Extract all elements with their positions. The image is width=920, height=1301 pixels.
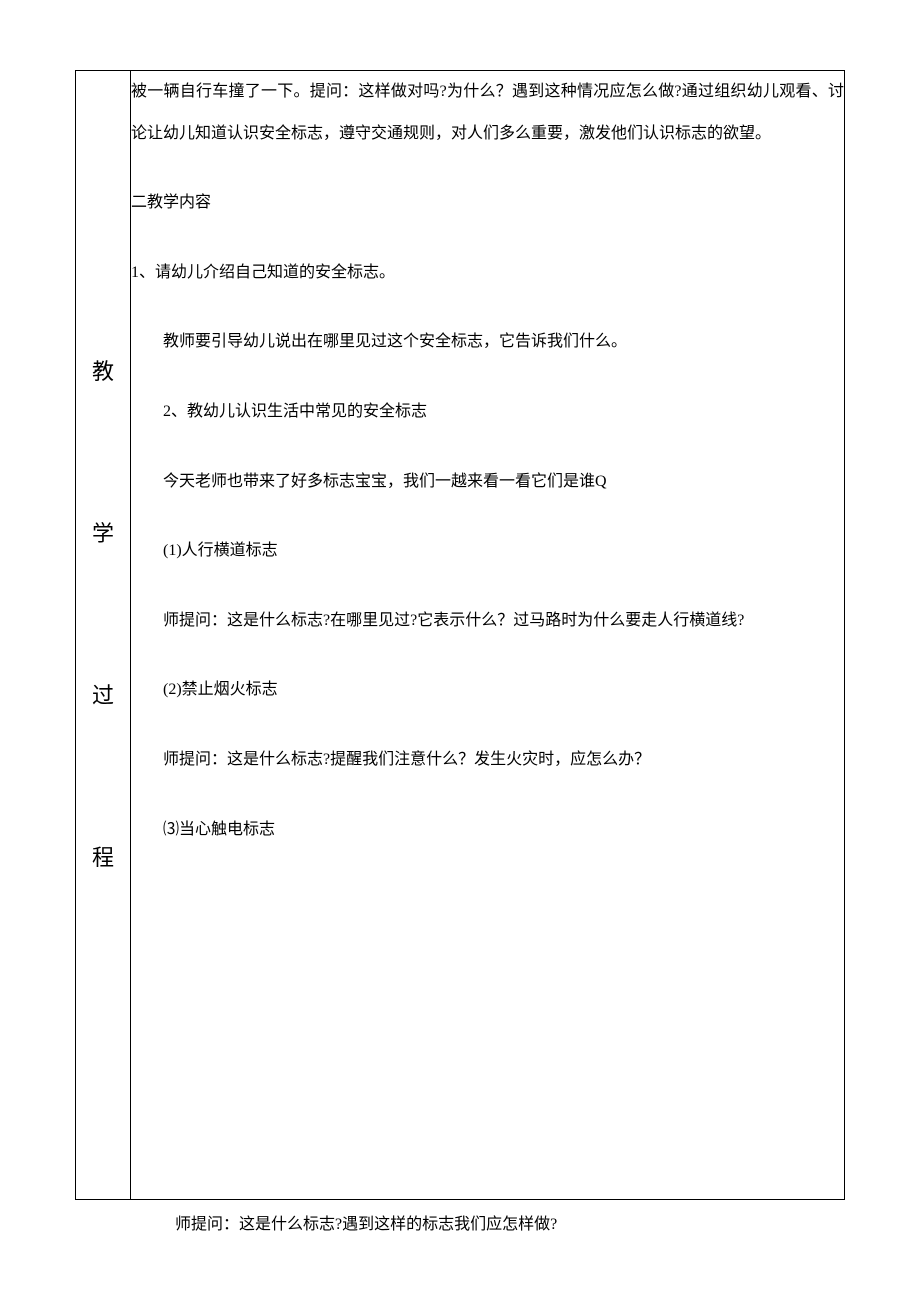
sub-item: ⑶当心触电标志 — [131, 809, 844, 851]
list-item: 1、请幼儿介绍自己知道的安全标志。 — [131, 252, 844, 294]
sidebar-char: 过 — [92, 685, 114, 707]
below-table-text: 师提问：这是什么标志?遇到这样的标志我们应怎样做? — [175, 1210, 845, 1234]
sidebar-char: 教 — [92, 361, 114, 383]
list-item: 2、教幼儿认识生活中常见的安全标志 — [131, 391, 844, 433]
content-cell: 被一辆自行车撞了一下。提问：这样做对吗?为什么？遇到这种情况应怎么做?通过组织幼… — [131, 71, 845, 1200]
paragraph: 教师要引导幼儿说出在哪里见过这个安全标志，它告诉我们什么。 — [131, 321, 844, 363]
sub-item: (1)人行横道标志 — [131, 530, 844, 572]
sidebar-char: 学 — [92, 523, 114, 545]
sub-item: (2)禁止烟火标志 — [131, 669, 844, 711]
paragraph: 今天老师也带来了好多标志宝宝，我们一越来看一看它们是谁Q — [131, 461, 844, 503]
paragraph: 师提问：这是什么标志?提醒我们注意什么？发生火灾时，应怎么办？ — [131, 739, 844, 781]
paragraph: 师提问：这是什么标志?在哪里见过?它表示什么？过马路时为什么要走人行横道线? — [131, 600, 844, 642]
sidebar-char: 程 — [92, 847, 114, 869]
sidebar-cell: 教 学 过 程 — [76, 71, 131, 1200]
lesson-plan-table: 教 学 过 程 被一辆自行车撞了一下。提问：这样做对吗?为什么？遇到这种情况应怎… — [75, 70, 845, 1200]
section-heading: 二教学内容 — [131, 182, 844, 224]
sidebar-label: 教 学 过 程 — [76, 71, 130, 1199]
paragraph: 被一辆自行车撞了一下。提问：这样做对吗?为什么？遇到这种情况应怎么做?通过组织幼… — [131, 71, 844, 154]
document-page: 教 学 过 程 被一辆自行车撞了一下。提问：这样做对吗?为什么？遇到这种情况应怎… — [0, 0, 920, 1301]
